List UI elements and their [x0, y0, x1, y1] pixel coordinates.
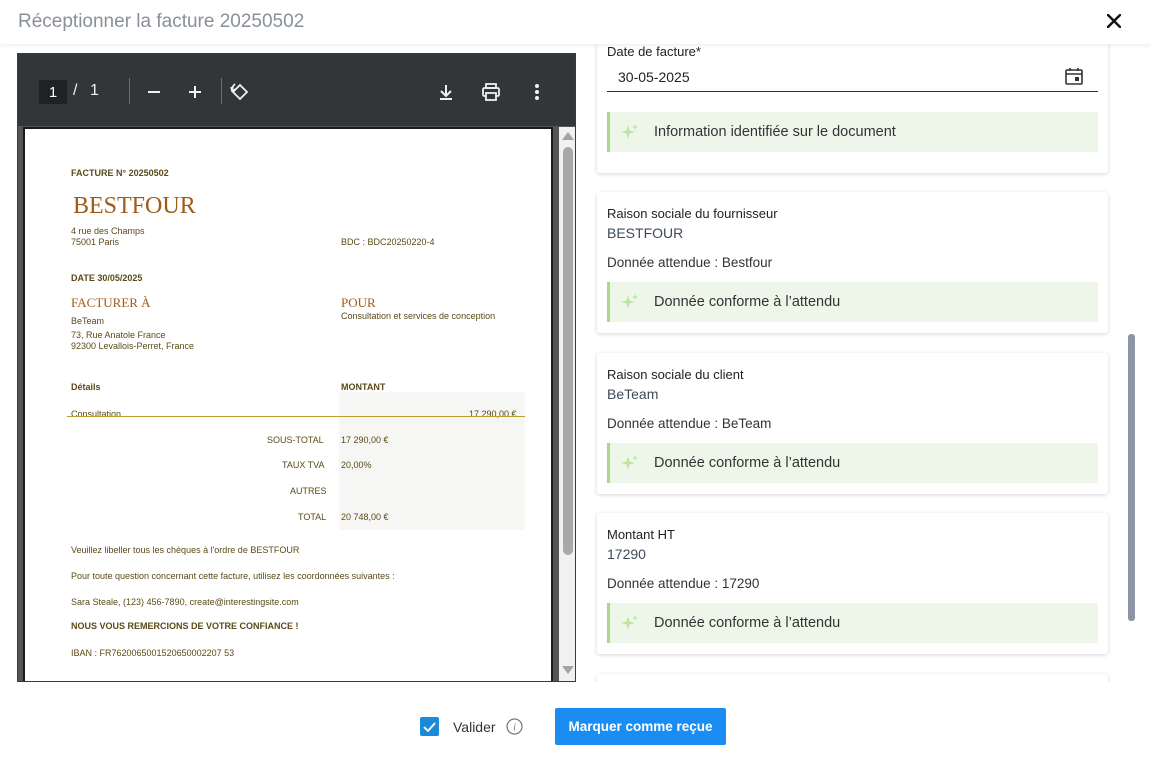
info-icon[interactable]: i — [506, 718, 523, 735]
vat-value: 20,00% — [341, 460, 372, 470]
svg-text:i: i — [513, 723, 516, 734]
pdf-viewer: 1 / 1 FACTURE N° 20250502 BESTFOUR 4 rue… — [17, 53, 576, 682]
subtotal-value: 17 290,00 € — [341, 435, 389, 445]
download-icon[interactable] — [432, 78, 460, 106]
total-value: 20 748,00 € — [341, 512, 389, 522]
supplier-expected: Donnée attendue : Bestfour — [607, 255, 773, 270]
validate-label: Valider — [453, 719, 496, 735]
supplier-label: Raison sociale du fournisseur — [607, 206, 778, 221]
invoice-number: FACTURE N° 20250502 — [71, 168, 169, 178]
details-header: Détails — [71, 382, 101, 392]
client-card: Raison sociale du client BeTeam Donnée a… — [597, 353, 1108, 494]
panel-scroll-thumb[interactable] — [1128, 334, 1135, 621]
bill-to-address-1: 73, Rue Anatole France — [71, 330, 166, 340]
amount-expected: Donnée attendue : 17290 — [607, 576, 760, 591]
client-expected: Donnée attendue : BeTeam — [607, 416, 772, 431]
thanks-note: NOUS VOUS REMERCIONS DE VOTRE CONFIANCE … — [71, 621, 299, 631]
client-status-box: Donnée conforme à l’attendu — [607, 443, 1098, 483]
dialog-footer: Valider i Marquer comme reçue — [0, 690, 1151, 758]
line-amount: 17 290,00 € — [469, 409, 517, 419]
print-icon[interactable] — [477, 78, 505, 106]
contact-details: Sara Steale, (123) 456-7890, create@inte… — [71, 597, 299, 607]
validate-checkbox[interactable] — [420, 717, 439, 736]
supplier-status-text: Donnée conforme à l’attendu — [654, 294, 841, 310]
page-separator: / — [73, 82, 78, 99]
client-label: Raison sociale du client — [607, 367, 744, 382]
contact-note: Pour toute question concernant cette fac… — [71, 571, 395, 581]
amount-status-text: Donnée conforme à l’attendu — [654, 615, 841, 631]
client-status-text: Donnée conforme à l’attendu — [654, 455, 841, 471]
payment-note: Veuillez libeller tous les chèques à l'o… — [71, 545, 300, 555]
amount-label: Montant HT — [607, 527, 675, 542]
pdf-scroll-thumb[interactable] — [563, 147, 573, 555]
amount-value: 17290 — [607, 546, 646, 562]
bill-to-address-2: 92300 Levallois-Perret, France — [71, 341, 195, 351]
calendar-icon[interactable] — [1064, 66, 1084, 86]
scroll-up-icon[interactable] — [562, 132, 574, 140]
next-card — [597, 674, 1108, 682]
supplier-status-box: Donnée conforme à l’attendu — [607, 282, 1098, 322]
pdf-toolbar: 1 / 1 — [18, 54, 575, 126]
sparkle-icon — [621, 615, 638, 630]
amount-status-box: Donnée conforme à l’attendu — [607, 603, 1098, 643]
for-title: POUR — [341, 295, 376, 310]
verification-panel: Date de facture* 30-05-2025 Information … — [586, 44, 1126, 682]
scroll-down-icon[interactable] — [562, 666, 574, 674]
supplier-value: BESTFOUR — [607, 225, 684, 241]
table-divider — [67, 416, 525, 417]
amount-header: MONTANT — [341, 382, 386, 392]
other-label: AUTRES — [290, 486, 327, 496]
bill-to-title: FACTURER À — [71, 295, 151, 310]
supplier-card: Raison sociale du fournisseur BESTFOUR D… — [597, 192, 1108, 333]
subtotal-label: SOUS-TOTAL — [267, 435, 324, 445]
supplier-address-1: 4 rue des Champs — [71, 226, 145, 236]
dialog-title: Réceptionner la facture 20250502 — [18, 11, 305, 32]
zoom-in-icon[interactable] — [181, 78, 209, 106]
iban: IBAN : FR7620065001520650002207 53 — [71, 648, 235, 658]
toolbar-divider — [129, 78, 130, 104]
dialog-header: Réceptionner la facture 20250502 — [0, 0, 1151, 44]
page-total: 1 — [90, 82, 99, 99]
date-info-text: Information identifiée sur le document — [654, 124, 896, 140]
sparkle-icon — [621, 294, 638, 309]
vat-label: TAUX TVA — [282, 460, 325, 470]
check-icon — [423, 721, 436, 732]
toolbar-divider — [221, 78, 222, 104]
zoom-out-icon[interactable] — [140, 78, 168, 106]
date-field[interactable]: 30-05-2025 — [607, 54, 1098, 92]
date-card: Date de facture* 30-05-2025 Information … — [597, 44, 1108, 173]
rotate-icon[interactable] — [226, 78, 254, 106]
sparkle-icon — [621, 455, 638, 470]
page-number-input[interactable]: 1 — [39, 80, 67, 104]
amount-card: Montant HT 17290 Donnée attendue : 17290… — [597, 513, 1108, 654]
date-info-box: Information identifiée sur le document — [607, 112, 1098, 152]
invoice-bdc: BDC : BDC20250220-4 — [341, 237, 435, 247]
invoice-date: DATE 30/05/2025 — [71, 273, 143, 283]
client-value: BeTeam — [607, 386, 659, 402]
supplier-address-2: 75001 Paris — [71, 237, 120, 247]
mark-received-button[interactable]: Marquer comme reçue — [555, 708, 726, 745]
more-vert-icon[interactable] — [523, 78, 551, 106]
date-value: 30-05-2025 — [618, 69, 690, 85]
sparkle-icon — [621, 124, 638, 139]
pdf-scrollbar[interactable] — [559, 127, 575, 681]
line-item: Consultation — [71, 409, 122, 419]
invoice-brand: BESTFOUR — [73, 193, 196, 219]
pdf-page: FACTURE N° 20250502 BESTFOUR 4 rue des C… — [23, 127, 553, 681]
for-description: Consultation et services de conception — [341, 311, 496, 321]
bill-to-name: BeTeam — [71, 316, 105, 326]
close-icon[interactable] — [1103, 10, 1125, 32]
total-label: TOTAL — [298, 512, 327, 522]
